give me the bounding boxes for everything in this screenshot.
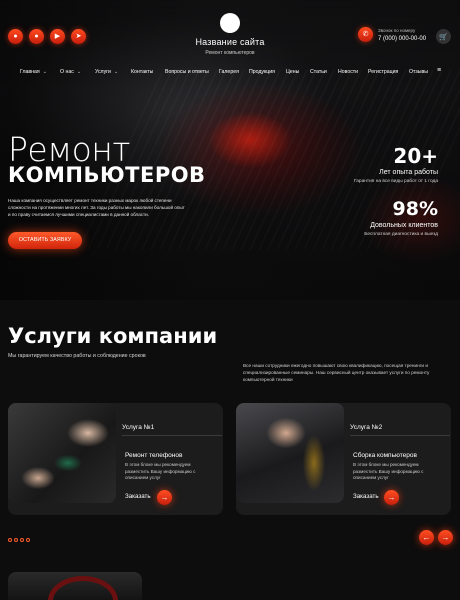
nav-item-contacts[interactable]: Контакты [131, 69, 153, 75]
nav-item-reviews[interactable]: Отзывы [409, 69, 428, 75]
site-logo-block[interactable]: Название сайта Ремонт компьютеров [180, 13, 280, 56]
stat-label: Довольных клиентов [370, 222, 438, 229]
slider-dot[interactable] [14, 538, 18, 542]
service-title: Ремонт телефонов [125, 452, 183, 459]
service-text: В этом блоке мы рекомендуем разместить В… [125, 462, 196, 480]
service-title: Сборка компьютеров [353, 452, 417, 459]
stat-note: Гарантия на все виды работ от 1 года [353, 179, 438, 184]
hero-description: Наша компания осуществляет ремонт техник… [8, 198, 185, 217]
services-note: Все наши сотрудники ежегодно повышают св… [243, 363, 430, 382]
main-nav: Главная ⌄ О нас ⌄ Услуги ⌄ Контакты Вопросы… [0, 66, 460, 80]
arrow-right-icon[interactable]: → [157, 490, 172, 505]
nav-item-products[interactable]: Продукция [249, 69, 275, 75]
odnoklassniki-icon[interactable]: ● [29, 29, 44, 44]
chevron-down-icon: ⌄ [113, 69, 119, 75]
youtube-icon[interactable]: ▶ [50, 29, 65, 44]
service-card-2[interactable]: Услуга №2 Сборка компьютеров В этом блок… [236, 403, 451, 515]
nav-item-about[interactable]: О нас ⌄ [60, 69, 81, 75]
next-section-image [8, 572, 142, 600]
chevron-down-icon: ⌄ [76, 69, 82, 75]
site-name: Название сайта [195, 37, 265, 47]
stat-experience: 20+ Лет опыта работы Гарантия на все вид… [354, 146, 438, 184]
phone-icon[interactable]: ✆ [358, 27, 373, 42]
phone-block[interactable]: ✆ Звонок по номеру 7 (000) 000-00-00 [358, 27, 426, 42]
logo[interactable] [220, 13, 240, 33]
slider-dot[interactable] [20, 538, 24, 542]
menu-icon[interactable]: ≡ [437, 67, 441, 74]
nav-item-services[interactable]: Услуги ⌄ [95, 69, 118, 75]
service-image-phone-repair [8, 403, 116, 503]
stat-value: 98% [392, 198, 438, 220]
nav-item-faq[interactable]: Вопросы и ответы [165, 69, 209, 75]
stat-note: Бесплатная диагностика и выезд [364, 232, 438, 237]
service-text: В этом блоке мы рекомендуем разместить В… [353, 462, 424, 480]
slider-dot[interactable] [8, 538, 12, 542]
services-subtitle: Мы гарантируем качество работы и соблюде… [8, 353, 146, 359]
phone-number[interactable]: 7 (000) 000-00-00 [378, 36, 426, 42]
slider-next-button[interactable]: → [438, 530, 453, 545]
vk-icon[interactable]: ● [8, 29, 23, 44]
stat-clients: 98% Довольных клиентов Бесплатная диагно… [364, 198, 438, 238]
order-link[interactable]: Заказать [125, 493, 151, 500]
nav-item-home[interactable]: Главная ⌄ [20, 69, 47, 75]
hero-title-line2: КОМПЬЮТЕРОВ [8, 163, 206, 187]
service-number: Услуга №2 [350, 424, 383, 431]
chevron-down-icon: ⌄ [42, 69, 47, 75]
service-image-pc-assembly [236, 403, 344, 503]
phone-label: Звонок по номеру [378, 27, 416, 33]
nav-item-news[interactable]: Новости [338, 69, 358, 75]
slider-dots [8, 538, 30, 542]
nav-item-prices[interactable]: Цены [286, 69, 299, 75]
nav-item-articles[interactable]: Статьи [310, 69, 327, 75]
nav-item-registration[interactable]: Регистрация [368, 69, 398, 75]
slider-prev-button[interactable]: ← [419, 530, 434, 545]
service-card-1[interactable]: Услуга №1 Ремонт телефонов В этом блоке … [8, 403, 223, 515]
stat-label: Лет опыта работы [379, 169, 438, 176]
telegram-icon[interactable]: ➤ [71, 29, 86, 44]
stat-value: 20+ [393, 144, 438, 168]
arrow-right-icon[interactable]: → [384, 490, 399, 505]
cart-icon[interactable]: 🛒 [436, 29, 451, 44]
service-number: Услуга №1 [122, 424, 155, 431]
social-links: ● ● ▶ ➤ [8, 29, 86, 44]
leave-request-button[interactable]: ОСТАВИТЬ ЗАЯВКУ [8, 232, 82, 249]
services-title: Услуги компании [8, 324, 218, 348]
site-subtitle: Ремонт компьютеров [205, 50, 255, 56]
order-link[interactable]: Заказать [353, 493, 379, 500]
slider-dot[interactable] [26, 538, 30, 542]
nav-item-gallery[interactable]: Галерея [219, 69, 239, 75]
hero-title-line1: Ремонт [8, 130, 130, 169]
